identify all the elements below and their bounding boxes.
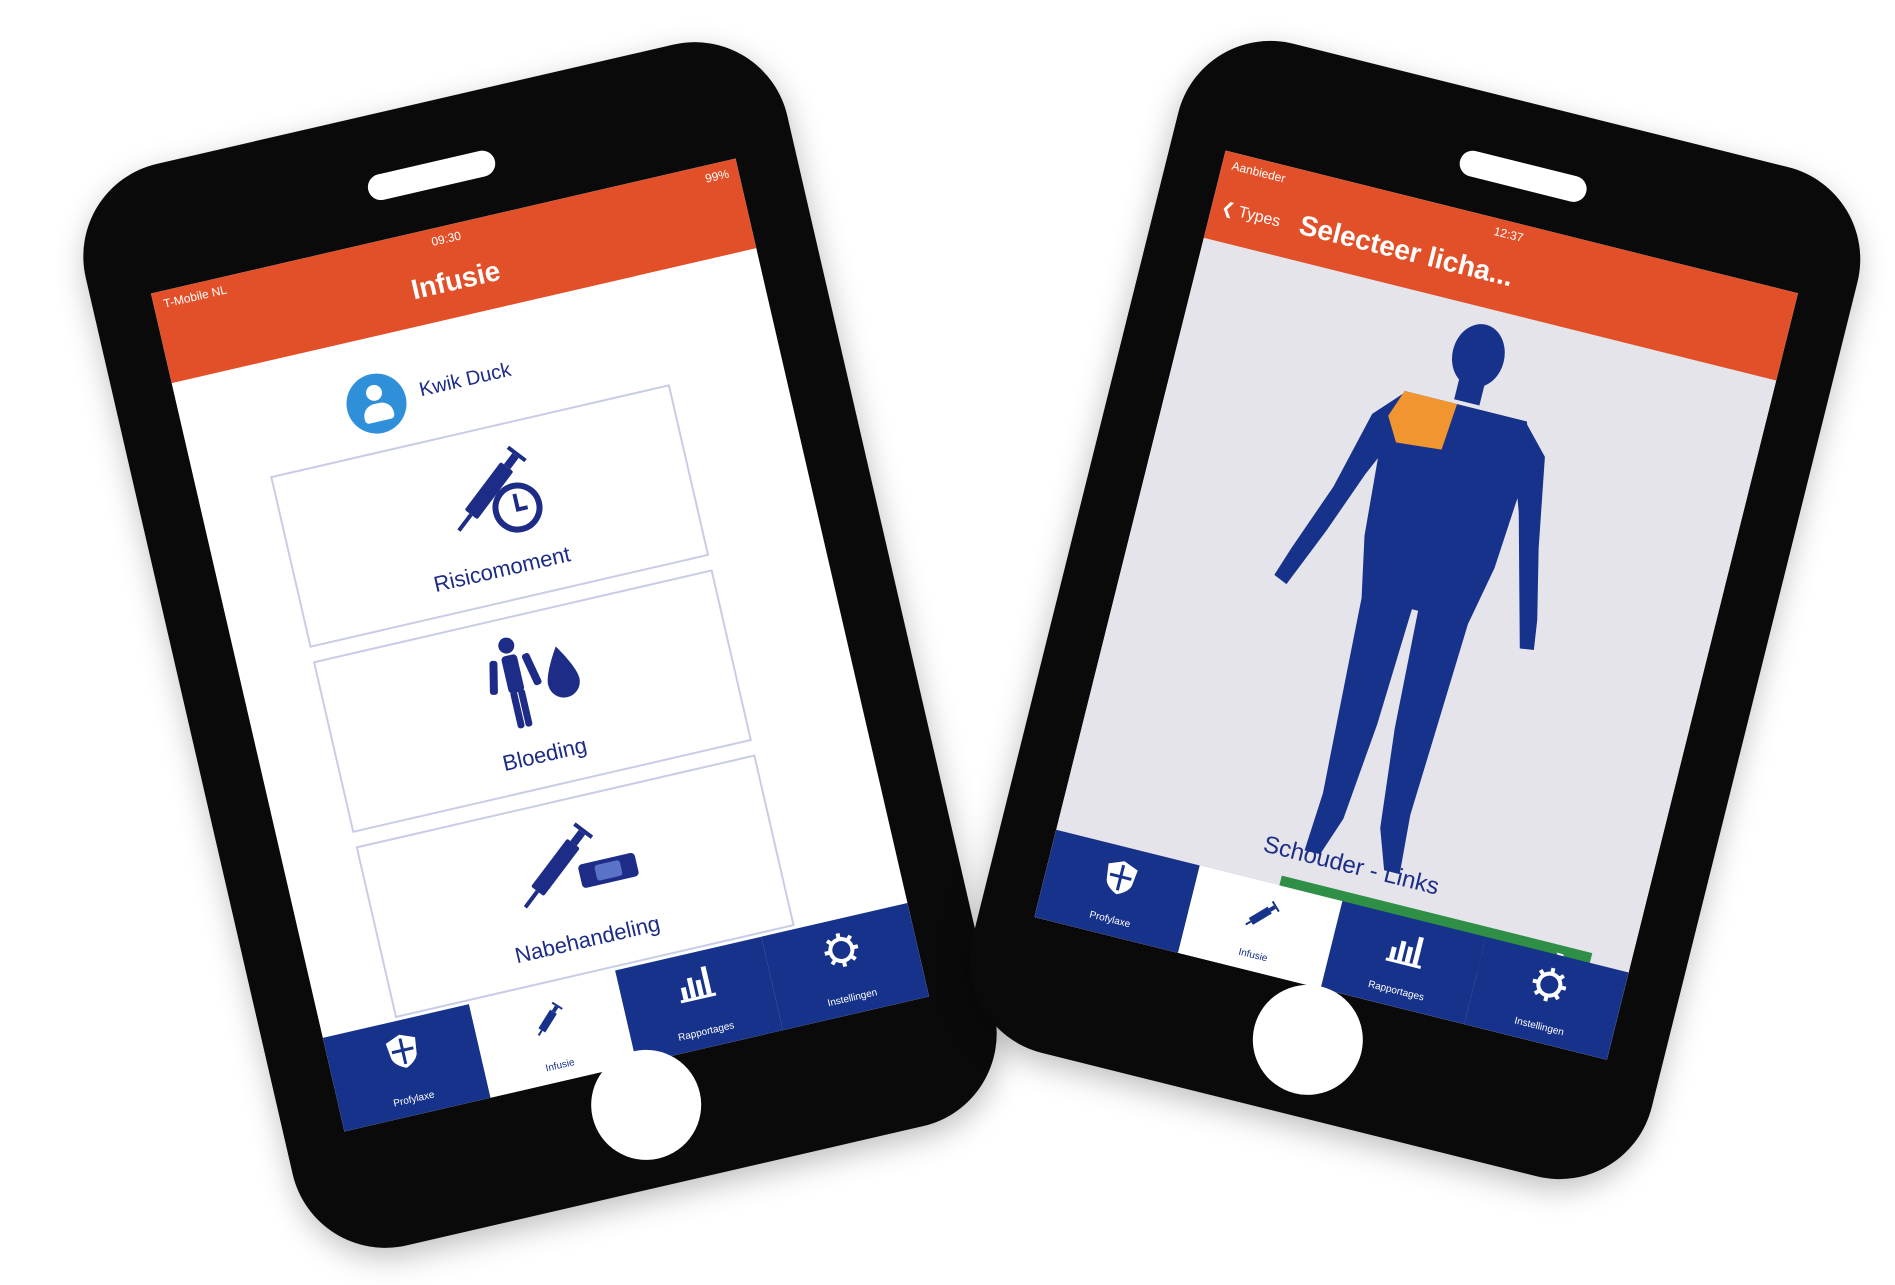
user-avatar-icon bbox=[340, 367, 413, 440]
gear-icon bbox=[819, 927, 866, 977]
bar-chart-icon bbox=[671, 961, 719, 1010]
user-name: Kwik Duck bbox=[417, 358, 514, 402]
carrier-label: Aanbieder bbox=[1230, 158, 1287, 186]
carrier-label: T-Mobile NL bbox=[162, 282, 229, 311]
battery-level: 99% bbox=[703, 166, 731, 186]
shield-icon bbox=[1098, 855, 1141, 905]
tab-label: Instellingen bbox=[826, 987, 879, 1010]
tab-label: Instellingen bbox=[1513, 1015, 1565, 1039]
chevron-left-icon: ❮ bbox=[1219, 199, 1237, 220]
syringe-icon bbox=[525, 995, 574, 1048]
syringe-icon bbox=[1238, 890, 1288, 943]
human-body-figure[interactable] bbox=[1061, 248, 1774, 954]
speaker bbox=[365, 148, 498, 203]
tab-profylaxe[interactable]: Profylaxe bbox=[322, 1004, 491, 1132]
back-label: Types bbox=[1236, 203, 1283, 231]
tab-label: Infusie bbox=[1237, 946, 1269, 965]
gear-icon bbox=[1525, 962, 1572, 1013]
bar-chart-icon bbox=[1382, 926, 1431, 975]
left-phone: T-Mobile NL 09:30 99% Infusie Kwik Duck bbox=[64, 23, 1016, 1267]
left-phone-screen: T-Mobile NL 09:30 99% Infusie Kwik Duck bbox=[150, 158, 930, 1132]
tab-label: Rapportages bbox=[677, 1020, 736, 1044]
tab-label: Profylaxe bbox=[1088, 909, 1132, 931]
speaker bbox=[1456, 147, 1590, 205]
status-time: 09:30 bbox=[429, 228, 463, 249]
right-phone-screen: Aanbieder 12:37 ❮ Types Selecteer licha.… bbox=[1034, 150, 1799, 1060]
back-button[interactable]: ❮ Types bbox=[1219, 198, 1283, 232]
status-time: 12:37 bbox=[1492, 224, 1525, 245]
right-phone: Aanbieder 12:37 ❮ Types Selecteer licha.… bbox=[949, 20, 1881, 1200]
shield-icon bbox=[382, 1029, 425, 1079]
tab-label: Profylaxe bbox=[392, 1089, 436, 1110]
